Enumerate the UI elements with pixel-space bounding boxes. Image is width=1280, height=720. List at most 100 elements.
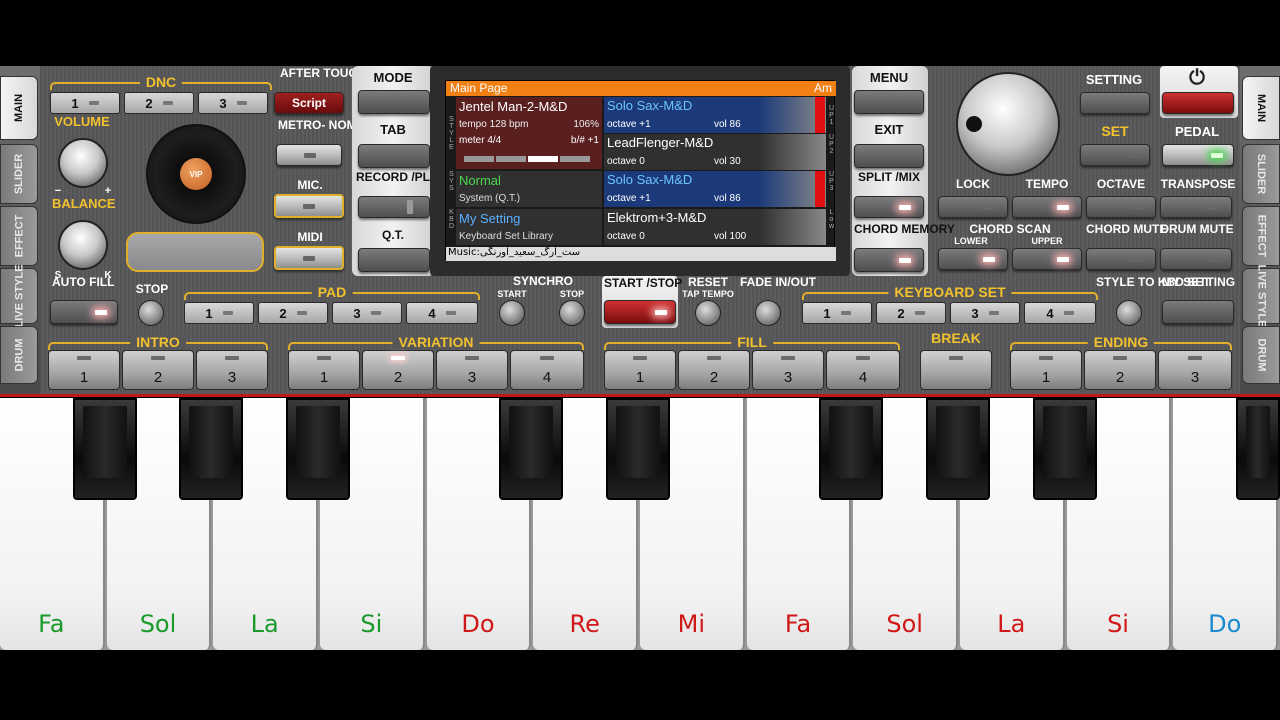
mode-button[interactable] (358, 90, 430, 114)
balance-knob[interactable] (58, 220, 108, 270)
tempo-dial[interactable] (956, 72, 1060, 176)
side-tab-drum-right[interactable]: DRUM (1242, 326, 1280, 384)
break-button[interactable] (920, 350, 992, 390)
upper-3-panel[interactable]: Solo Sax-M&D octave +1 vol 86 (604, 171, 826, 207)
midi-button[interactable] (274, 246, 344, 270)
pedal-button[interactable] (1162, 144, 1234, 166)
pad-button-2[interactable]: 2 (258, 302, 328, 324)
fill-button-3[interactable]: 3 (752, 350, 824, 390)
pad-stop-label: STOP (135, 282, 169, 296)
pad-stop-button[interactable] (138, 300, 164, 326)
menu-button[interactable] (854, 90, 924, 114)
my-setting-button[interactable] (1162, 300, 1234, 324)
black-key[interactable] (606, 398, 671, 500)
lock-button[interactable] (938, 196, 1008, 218)
black-key[interactable] (286, 398, 350, 500)
vip-display-slot[interactable] (126, 232, 264, 272)
side-tab-effect-right[interactable]: EFFECT (1242, 206, 1280, 266)
chord-scan-lower-button[interactable] (938, 248, 1008, 270)
power-button[interactable] (1162, 92, 1234, 114)
side-tab-effect-left[interactable]: EFFECT (0, 206, 38, 266)
pad-button-1[interactable]: 1 (184, 302, 254, 324)
black-key[interactable] (819, 398, 884, 500)
key-note-label: Sol (139, 610, 177, 638)
black-key[interactable] (1032, 398, 1097, 500)
drum-mute-button[interactable] (1160, 248, 1232, 270)
black-key[interactable] (72, 398, 137, 500)
mic-button[interactable] (274, 194, 344, 218)
tab-button[interactable] (358, 144, 430, 168)
kbd-set-button-2[interactable]: 2 (876, 302, 946, 324)
side-tab-drum-left[interactable]: DRUM (0, 326, 38, 384)
dnc-button-2[interactable]: 2 (124, 92, 194, 114)
intro-button-1[interactable]: 1 (48, 350, 120, 390)
intro-button-2[interactable]: 2 (122, 350, 194, 390)
octave-button[interactable] (1086, 196, 1156, 218)
sys-side-label: SYS (448, 171, 455, 192)
kbd-set-button-3[interactable]: 3 (950, 302, 1020, 324)
upper-2-panel[interactable]: LeadFlenger-M&D octave 0 vol 30 (604, 134, 826, 170)
script-button[interactable]: Script (274, 92, 344, 114)
dnc-button-1[interactable]: 1 (50, 92, 120, 114)
ending-button-1[interactable]: 1 (1010, 350, 1082, 390)
record-play-button[interactable] (358, 196, 430, 218)
black-key[interactable] (1236, 398, 1280, 500)
transpose-button[interactable] (1160, 196, 1232, 218)
kbd-set-button-1[interactable]: 1 (802, 302, 872, 324)
upper-1-panel[interactable]: Solo Sax-M&D octave +1 vol 86 (604, 97, 826, 133)
system-panel[interactable]: Normal System (Q.T.) (456, 171, 602, 207)
metronome-button[interactable] (276, 144, 342, 166)
chord-mute-button[interactable] (1086, 248, 1156, 270)
upper-1-active-indicator (815, 97, 825, 133)
keyboard-set-panel[interactable]: My Setting Keyboard Set Library (456, 209, 602, 245)
fade-button[interactable] (755, 300, 781, 326)
transpose-text: b/# +1 (570, 135, 599, 146)
style-panel[interactable]: Jentel Man-2-M&D tempo 128 bpm 106% mete… (456, 97, 602, 169)
kbd-set-button-4[interactable]: 4 (1024, 302, 1096, 324)
reset-label: RESET (687, 275, 728, 289)
dnc-button-label: 2 (145, 95, 153, 111)
side-tab-slider-right[interactable]: SLIDER (1242, 144, 1280, 204)
chord-memory-button[interactable] (854, 248, 924, 272)
split-mix-button[interactable] (854, 196, 924, 218)
variation-button-label: 4 (542, 369, 552, 386)
chord-scan-upper-button[interactable] (1012, 248, 1082, 270)
lower-panel[interactable]: Elektrom+3-M&D octave 0 vol 100 (604, 209, 826, 245)
side-tab-main-right[interactable]: MAIN (1242, 76, 1280, 140)
tempo-button[interactable] (1012, 196, 1082, 218)
intro-button-3[interactable]: 3 (196, 350, 268, 390)
fill-button-4[interactable]: 4 (826, 350, 900, 390)
reset-tap-tempo-button[interactable] (695, 300, 721, 326)
synchro-stop-button[interactable] (559, 300, 585, 326)
fill-button-2[interactable]: 2 (678, 350, 750, 390)
exit-button[interactable] (854, 144, 924, 168)
auto-fill-button[interactable] (50, 300, 118, 324)
pad-button-4[interactable]: 4 (406, 302, 478, 324)
ending-button-3[interactable]: 3 (1158, 350, 1232, 390)
synchro-start-button[interactable] (499, 300, 525, 326)
variation-button-1[interactable]: 1 (288, 350, 360, 390)
variation-button-2[interactable]: 2 (362, 350, 434, 390)
fill-button-1[interactable]: 1 (604, 350, 676, 390)
variation-button-4[interactable]: 4 (510, 350, 584, 390)
set-button[interactable] (1080, 144, 1150, 166)
dnc-button-3[interactable]: 3 (198, 92, 268, 114)
set-label: SET (1101, 123, 1129, 139)
pad-button-3[interactable]: 3 (332, 302, 402, 324)
qt-button[interactable] (358, 248, 430, 272)
variation-button-3[interactable]: 3 (436, 350, 508, 390)
black-key[interactable] (926, 398, 991, 500)
side-tab-label: LIVE STYLE (13, 264, 25, 328)
side-tab-live-style-right[interactable]: LIVE STYLE (1242, 265, 1280, 327)
side-tab-live-style-left[interactable]: LIVE STYLE (0, 265, 38, 327)
style-to-kbd-button[interactable] (1116, 300, 1142, 326)
black-key[interactable] (499, 398, 564, 500)
side-tab-slider-left[interactable]: SLIDER (0, 144, 38, 204)
start-stop-button[interactable] (604, 300, 676, 324)
black-key[interactable] (179, 398, 244, 500)
ending-button-2[interactable]: 2 (1084, 350, 1156, 390)
volume-knob[interactable] (58, 138, 108, 188)
kbd-set-button-label: 1 (823, 305, 831, 321)
setting-button[interactable] (1080, 92, 1150, 114)
side-tab-main-left[interactable]: MAIN (0, 76, 38, 140)
